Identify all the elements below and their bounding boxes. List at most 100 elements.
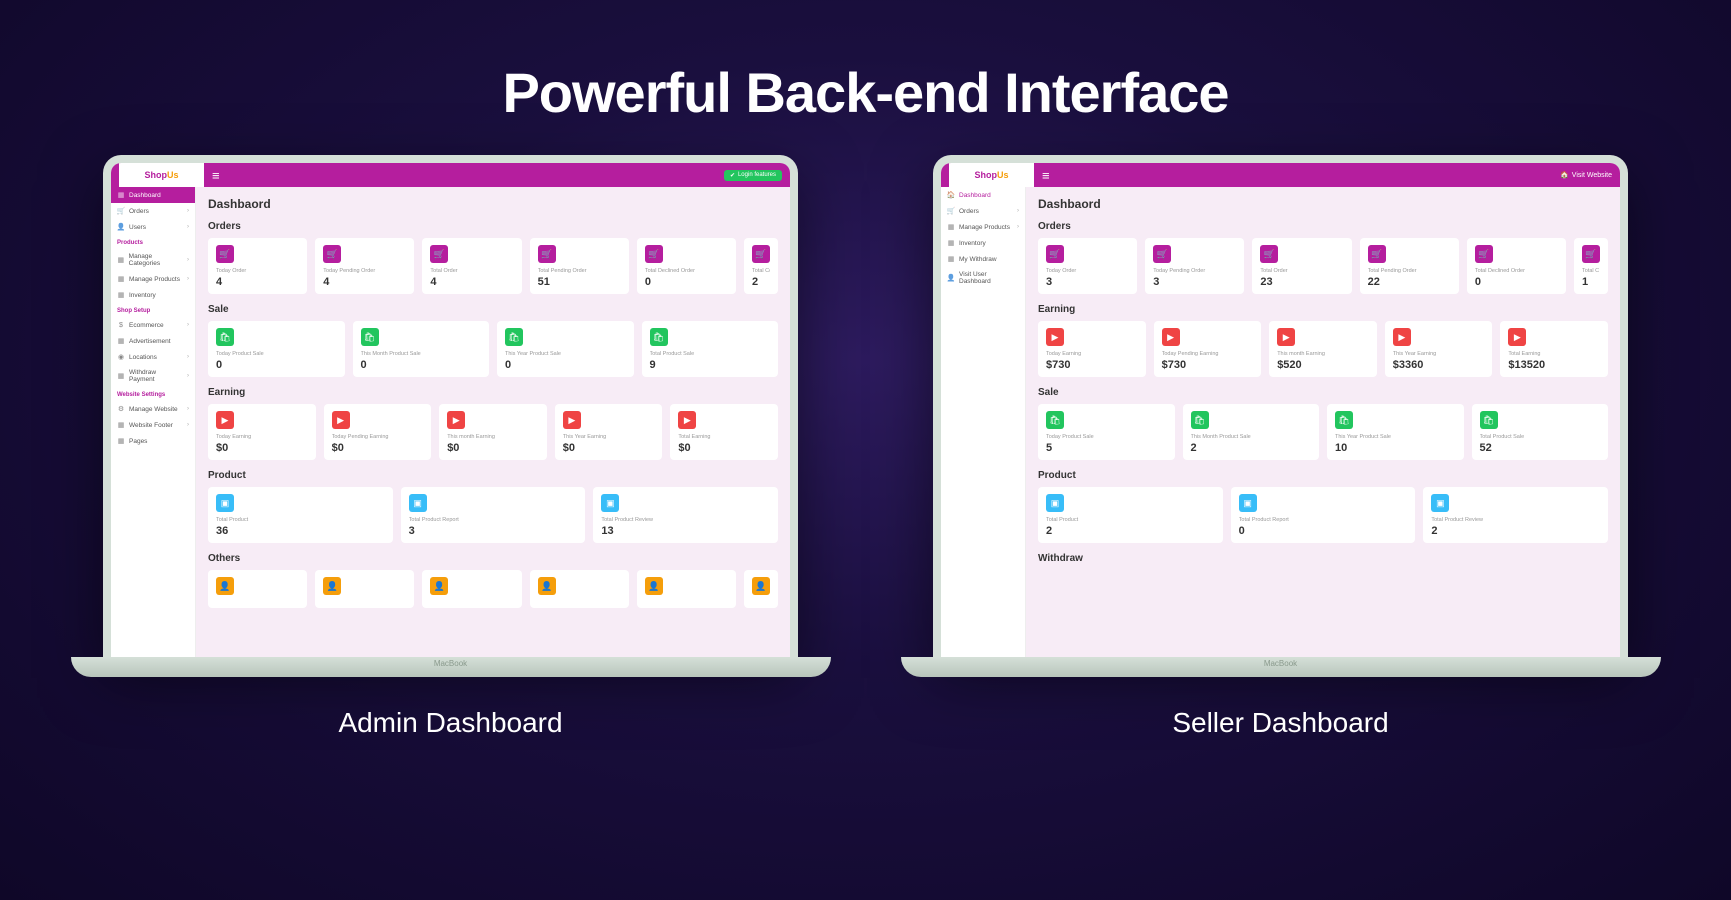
stat-card[interactable]: ▶Total Earning$0 <box>670 404 778 460</box>
login-pill[interactable]: ✔Login features <box>724 170 782 181</box>
stat-card[interactable]: 👤 <box>208 570 307 608</box>
logo[interactable]: ShopUs <box>119 163 204 187</box>
sidebar-item[interactable]: ▦Inventory <box>941 235 1025 251</box>
sidebar-item[interactable]: ▦Manage Products› <box>941 219 1025 235</box>
card-icon: 👤 <box>216 577 234 595</box>
stat-card[interactable]: ▶This month Earning$520 <box>1269 321 1377 377</box>
stat-card[interactable]: 🛍This Month Product Sale0 <box>353 321 490 377</box>
stat-card[interactable]: 🛒Total Order4 <box>422 238 521 294</box>
stat-card[interactable]: 👤 <box>744 570 778 608</box>
card-icon: 🛍 <box>650 328 668 346</box>
sidebar-item[interactable]: ▦Inventory <box>111 287 195 303</box>
card-value: $0 <box>216 442 308 454</box>
stat-card[interactable]: ▣Total Product Report0 <box>1231 487 1416 543</box>
check-icon: ✔ <box>730 172 735 179</box>
stat-card[interactable]: 👤 <box>315 570 414 608</box>
stat-card[interactable]: 🛒Today Order3 <box>1038 238 1137 294</box>
stat-card[interactable]: 🛒Total C1 <box>1574 238 1608 294</box>
card-icon: ▶ <box>1277 328 1295 346</box>
stat-card[interactable]: 🛒Today Pending Order4 <box>315 238 414 294</box>
chevron-right-icon: › <box>187 406 189 412</box>
sidebar-item[interactable]: ▦Pages <box>111 433 195 449</box>
card-label: Today Pending Order <box>1153 268 1236 274</box>
stat-card[interactable]: ▶This Year Earning$3360 <box>1385 321 1493 377</box>
hamburger-icon[interactable]: ≡ <box>1042 168 1050 183</box>
stat-card[interactable]: 🛍Today Product Sale0 <box>208 321 345 377</box>
stat-card[interactable]: ▶Total Earning$13520 <box>1500 321 1608 377</box>
stat-card[interactable]: ▣Total Product36 <box>208 487 393 543</box>
card-row: ▶Today Earning$730▶Today Pending Earning… <box>1038 321 1608 377</box>
card-icon: ▶ <box>1393 328 1411 346</box>
stat-card[interactable]: ▣Total Product Report3 <box>401 487 586 543</box>
card-icon: 🛒 <box>752 245 770 263</box>
stat-card[interactable]: 🛍Today Product Sale5 <box>1038 404 1175 460</box>
stat-card[interactable]: 🛒Total Declined Order0 <box>637 238 736 294</box>
card-label: Today Product Sale <box>1046 434 1167 440</box>
card-row: 👤👤👤👤👤👤 <box>208 570 778 608</box>
sidebar-icon: ▦ <box>117 291 125 299</box>
sidebar-item[interactable]: 👤Users› <box>111 219 195 235</box>
sidebar-item[interactable]: ▦Withdraw Payment› <box>111 365 195 387</box>
section-title: Sale <box>208 304 778 315</box>
stat-card[interactable]: 🛍Total Product Sale9 <box>642 321 779 377</box>
stat-card[interactable]: ▶This Year Earning$0 <box>555 404 663 460</box>
sidebar-icon: ▦ <box>117 256 125 264</box>
sidebar-item[interactable]: ▦Manage Products› <box>111 271 195 287</box>
stat-card[interactable]: 👤 <box>530 570 629 608</box>
stat-card[interactable]: ▣Total Product Review2 <box>1423 487 1608 543</box>
sidebar-item[interactable]: ▦Advertisement <box>111 333 195 349</box>
hamburger-icon[interactable]: ≡ <box>212 168 220 183</box>
stat-card[interactable]: ▶This month Earning$0 <box>439 404 547 460</box>
card-icon: ▶ <box>1508 328 1526 346</box>
sidebar-item[interactable]: 🛒Orders› <box>111 203 195 219</box>
stat-card[interactable]: ▶Today Earning$730 <box>1038 321 1146 377</box>
chevron-right-icon: › <box>187 208 189 214</box>
laptop-base: MacBook <box>901 657 1661 677</box>
card-icon: 🛒 <box>645 245 663 263</box>
stat-card[interactable]: 🛍This Year Product Sale10 <box>1327 404 1464 460</box>
sidebar-item[interactable]: ▦Dashboard <box>111 187 195 203</box>
card-label: Total C <box>1582 268 1600 274</box>
card-value: $730 <box>1046 359 1138 371</box>
stat-card[interactable]: 🛒Total Complete2 <box>744 238 778 294</box>
card-value: 13 <box>601 525 770 537</box>
logo[interactable]: ShopUs <box>949 163 1034 187</box>
stat-card[interactable]: 🛒Today Pending Order3 <box>1145 238 1244 294</box>
sidebar-label: Orders <box>959 208 979 215</box>
stat-card[interactable]: 🛒Total Pending Order22 <box>1360 238 1459 294</box>
card-value: 3 <box>1153 276 1236 288</box>
sidebar-item[interactable]: ▦Manage Categories› <box>111 249 195 271</box>
stat-card[interactable]: ▶Today Pending Earning$0 <box>324 404 432 460</box>
stat-card[interactable]: ▶Today Earning$0 <box>208 404 316 460</box>
visit-website[interactable]: 🏠Visit Website <box>1560 171 1612 179</box>
stat-card[interactable]: 🛍Total Product Sale52 <box>1472 404 1609 460</box>
card-icon: ▶ <box>1046 328 1064 346</box>
stat-card[interactable]: 🛒Total Pending Order51 <box>530 238 629 294</box>
stat-card[interactable]: ▣Total Product2 <box>1038 487 1223 543</box>
stat-card[interactable]: 🛒Today Order4 <box>208 238 307 294</box>
stat-card[interactable]: 🛍This Month Product Sale2 <box>1183 404 1320 460</box>
sidebar-label: Manage Website <box>129 406 178 413</box>
stat-card[interactable]: ▶Today Pending Earning$730 <box>1154 321 1262 377</box>
stat-card[interactable]: 👤 <box>637 570 736 608</box>
sidebar-item[interactable]: ▦My Withdraw <box>941 251 1025 267</box>
sidebar-item[interactable]: ⚙Manage Website› <box>111 401 195 417</box>
admin-laptop: ShopUs ≡ ✔Login features ▦Dashboard🛒Orde… <box>71 155 831 739</box>
sidebar-item[interactable]: 🏠Dashboard <box>941 187 1025 203</box>
card-value: 0 <box>1475 276 1558 288</box>
stat-card[interactable]: 🛒Total Order23 <box>1252 238 1351 294</box>
card-value: 22 <box>1368 276 1451 288</box>
stat-card[interactable]: 🛍This Year Product Sale0 <box>497 321 634 377</box>
sidebar-item[interactable]: $Ecommerce› <box>111 317 195 333</box>
sidebar-item[interactable]: ◉Locations› <box>111 349 195 365</box>
stat-card[interactable]: 👤 <box>422 570 521 608</box>
stat-card[interactable]: ▣Total Product Review13 <box>593 487 778 543</box>
card-label: Total Declined Order <box>1475 268 1558 274</box>
stat-card[interactable]: 🛒Total Declined Order0 <box>1467 238 1566 294</box>
card-value: 52 <box>1480 442 1601 454</box>
card-icon: ▣ <box>1431 494 1449 512</box>
sidebar-item[interactable]: ▦Website Footer› <box>111 417 195 433</box>
sidebar-item[interactable]: 🛒Orders› <box>941 203 1025 219</box>
sidebar-item[interactable]: 👤Visit User Dashboard <box>941 267 1025 289</box>
card-value: $0 <box>563 442 655 454</box>
